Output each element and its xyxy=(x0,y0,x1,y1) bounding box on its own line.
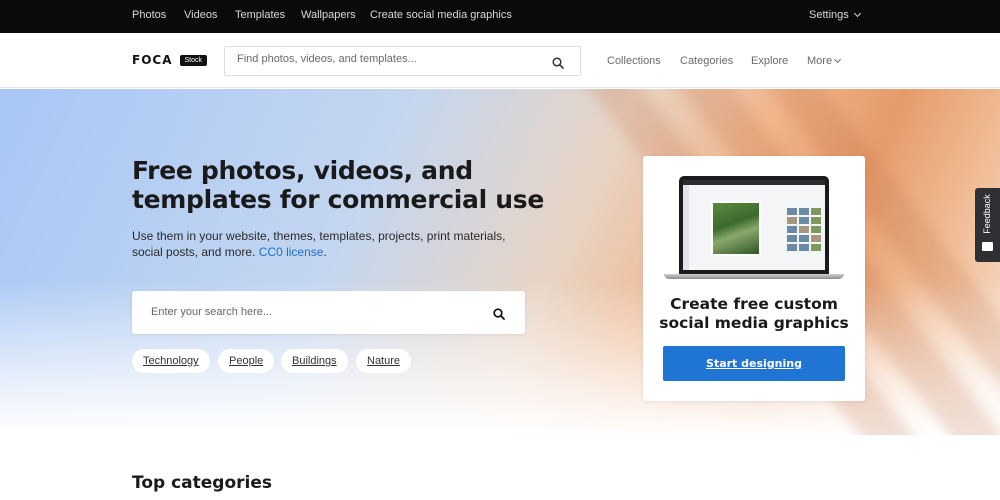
laptop-base xyxy=(664,274,844,279)
chevron-down-icon xyxy=(834,55,842,64)
search-icon[interactable] xyxy=(493,307,505,325)
cc0-license-link[interactable]: CC0 license xyxy=(259,245,324,259)
preview-photo xyxy=(711,201,761,256)
nav-more[interactable]: More xyxy=(807,55,842,67)
hero-title: Free photos, videos, and templates for c… xyxy=(132,156,545,214)
site-header: FOCA Stock Collections Categories Explor… xyxy=(0,33,1000,88)
hero-search-box xyxy=(132,291,525,334)
topnav-templates[interactable]: Templates xyxy=(235,9,285,21)
start-designing-button[interactable]: Start designing xyxy=(663,346,845,381)
logo[interactable]: FOCA Stock xyxy=(132,53,208,67)
laptop-screen xyxy=(679,176,829,274)
header-search-box xyxy=(224,46,581,76)
promo-title: Create free custom social media graphics xyxy=(659,295,849,332)
top-categories-heading: Top categories xyxy=(132,473,273,493)
feedback-label: Feedback xyxy=(982,194,992,234)
nav-explore[interactable]: Explore xyxy=(751,55,788,67)
top-bar: Photos Videos Templates Wallpapers Creat… xyxy=(0,0,1000,33)
topnav-create-social-graphics[interactable]: Create social media graphics xyxy=(370,9,512,21)
hero-subtitle-suffix: . xyxy=(323,245,327,259)
chat-icon xyxy=(982,242,993,251)
topnav-videos[interactable]: Videos xyxy=(184,9,217,21)
hero-search-input[interactable] xyxy=(151,306,471,318)
logo-text: FOCA xyxy=(132,53,173,67)
settings-label: Settings xyxy=(809,9,849,21)
chevron-down-icon xyxy=(853,9,861,18)
topnav-wallpapers[interactable]: Wallpapers xyxy=(301,9,356,21)
nav-categories[interactable]: Categories xyxy=(680,55,733,67)
promo-card: Create free custom social media graphics… xyxy=(643,156,865,401)
nav-more-label: More xyxy=(807,55,833,67)
editor-preview xyxy=(683,180,825,270)
hero-section: Free photos, videos, and templates for c… xyxy=(0,89,1000,435)
tag-people[interactable]: People xyxy=(218,349,275,373)
laptop-illustration xyxy=(664,176,844,280)
tag-nature[interactable]: Nature xyxy=(356,349,412,373)
editor-toolbar xyxy=(683,180,825,185)
editor-sidebar xyxy=(683,185,689,270)
thumbnail-grid xyxy=(787,208,821,251)
topnav-photos[interactable]: Photos xyxy=(132,9,166,21)
header-search-input[interactable] xyxy=(237,53,537,65)
hero-subtitle: Use them in your website, themes, templa… xyxy=(132,228,522,260)
nav-collections[interactable]: Collections xyxy=(607,55,661,67)
logo-badge: Stock xyxy=(179,54,208,66)
tag-buildings[interactable]: Buildings xyxy=(281,349,348,373)
settings-menu[interactable]: Settings xyxy=(809,9,861,21)
feedback-tab[interactable]: Feedback xyxy=(975,188,1000,262)
tag-technology[interactable]: Technology xyxy=(132,349,210,373)
search-icon[interactable] xyxy=(552,56,564,74)
